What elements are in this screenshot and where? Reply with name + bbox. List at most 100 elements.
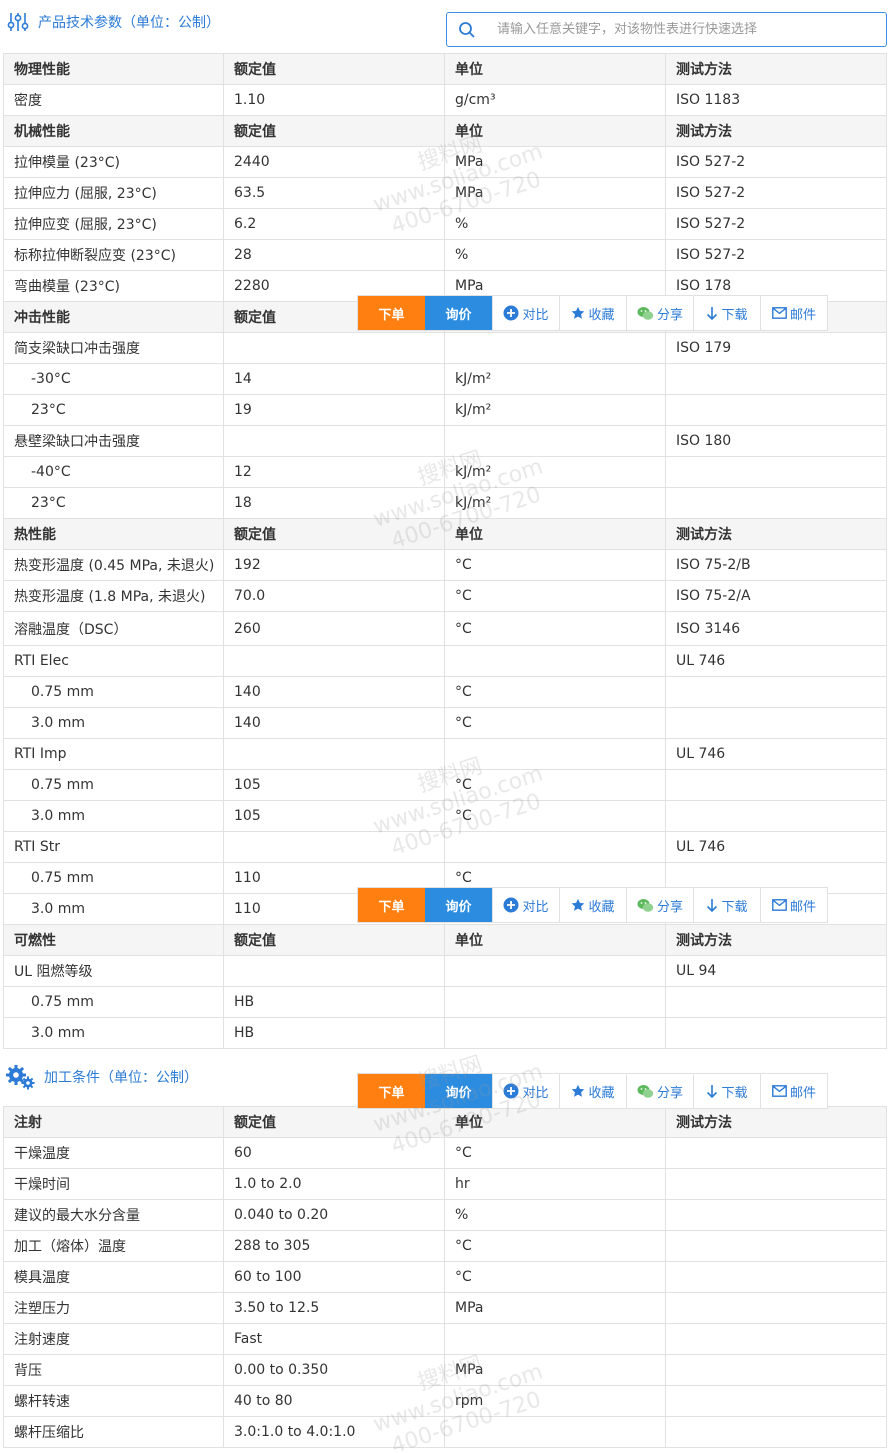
- inquiry-button[interactable]: 询价: [425, 1074, 492, 1108]
- share-button[interactable]: 分享: [626, 1074, 693, 1108]
- table-cell: 12: [223, 456, 445, 488]
- property-search-box[interactable]: [446, 12, 887, 47]
- table-cell: 60: [223, 1137, 445, 1169]
- compare-button[interactable]: 对比: [492, 296, 559, 330]
- table-cell: 1.0 to 2.0: [223, 1168, 445, 1200]
- table-cell: [665, 676, 887, 708]
- table-header-row: 机械性能 额定值 单位 测试方法: [3, 115, 887, 147]
- search-icon: [447, 21, 487, 39]
- table-cell: UL 746: [665, 645, 887, 677]
- table-cell: 0.00 to 0.350: [223, 1354, 445, 1386]
- table-cell: [665, 1323, 887, 1355]
- table-cell: [223, 425, 445, 457]
- star-icon: [572, 1084, 585, 1097]
- table-row: -30°C 14 kJ/m²: [3, 363, 887, 395]
- mail-button[interactable]: 邮件: [760, 1074, 827, 1108]
- table-cell: 额定值: [223, 53, 445, 85]
- table-cell: 28: [223, 239, 445, 271]
- table-cell: 单位: [444, 518, 666, 550]
- table-cell: 建议的最大水分含量: [3, 1199, 224, 1231]
- download-arrow-icon: [707, 898, 718, 912]
- table-cell: 单位: [444, 115, 666, 147]
- table-cell: 14: [223, 363, 445, 395]
- table-row: 加工（熔体）温度 288 to 305 °C: [3, 1230, 887, 1262]
- compare-button[interactable]: 对比: [492, 888, 559, 922]
- download-arrow-icon: [707, 1084, 718, 1098]
- table-row: 0.75 mm HB: [3, 986, 887, 1018]
- plus-circle-icon: [503, 1083, 519, 1099]
- table-cell: g/cm³: [444, 84, 666, 116]
- table-cell: [665, 769, 887, 801]
- table-cell: 测试方法: [665, 518, 887, 550]
- table-cell: UL 746: [665, 831, 887, 863]
- table-cell: 3.0 mm: [3, 800, 224, 832]
- table-cell: 192: [223, 549, 445, 581]
- table-cell: 6.2: [223, 208, 445, 240]
- favorite-button[interactable]: 收藏: [559, 888, 626, 922]
- table-cell: [665, 456, 887, 488]
- table-cell: [665, 1137, 887, 1169]
- table-cell: -30°C: [3, 363, 224, 395]
- table-cell: 额定值: [223, 924, 445, 956]
- table-cell: 70.0: [223, 580, 445, 612]
- action-toolbar: 下单 询价 对比 收藏 分享 下载 邮件: [357, 295, 828, 331]
- table-cell: 额定值: [223, 115, 445, 147]
- mail-button[interactable]: 邮件: [760, 296, 827, 330]
- table-row: 注塑压力 3.50 to 12.5 MPa: [3, 1292, 887, 1324]
- table-row: 0.75 mm 140 °C: [3, 676, 887, 708]
- table-cell: 模具温度: [3, 1261, 224, 1293]
- table-cell: MPa: [444, 146, 666, 178]
- table-cell: 105: [223, 800, 445, 832]
- favorite-button[interactable]: 收藏: [559, 1074, 626, 1108]
- table-cell: 3.0:1.0 to 4.0:1.0: [223, 1416, 445, 1448]
- gears-icon: [4, 1063, 38, 1091]
- table-cell: 3.0 mm: [3, 707, 224, 739]
- mail-button[interactable]: 邮件: [760, 888, 827, 922]
- table-row: 3.0 mm HB: [3, 1017, 887, 1049]
- table-row: 标称拉伸断裂应变 (23°C) 28% ISO 527-2: [3, 239, 887, 271]
- table-cell: 密度: [3, 84, 224, 116]
- favorite-button[interactable]: 收藏: [559, 296, 626, 330]
- table-cell: [223, 332, 445, 364]
- download-button[interactable]: 下载: [693, 888, 760, 922]
- table-cell: 23°C: [3, 487, 224, 519]
- table-cell: 热变形温度 (0.45 MPa, 未退火): [3, 549, 224, 581]
- table-cell: 23°C: [3, 394, 224, 426]
- table-cell: 注射: [3, 1106, 224, 1138]
- download-arrow-icon: [707, 306, 718, 320]
- download-button[interactable]: 下载: [693, 296, 760, 330]
- order-button[interactable]: 下单: [358, 1074, 425, 1108]
- table-row: 密度 1.10 g/cm³ ISO 1183: [3, 84, 887, 116]
- table-cell: 3.50 to 12.5: [223, 1292, 445, 1324]
- download-button[interactable]: 下载: [693, 1074, 760, 1108]
- order-button[interactable]: 下单: [358, 888, 425, 922]
- compare-button[interactable]: 对比: [492, 1074, 559, 1108]
- inquiry-button[interactable]: 询价: [425, 296, 492, 330]
- table-cell: °C: [444, 1137, 666, 1169]
- share-button[interactable]: 分享: [626, 296, 693, 330]
- order-button[interactable]: 下单: [358, 296, 425, 330]
- table-cell: [665, 1017, 887, 1049]
- table-cell: 物理性能: [3, 53, 224, 85]
- inquiry-button[interactable]: 询价: [425, 888, 492, 922]
- table-cell: [444, 645, 666, 677]
- table-cell: 拉伸应力 (屈服, 23°C): [3, 177, 224, 209]
- search-input[interactable]: [487, 22, 886, 37]
- table-cell: ISO 527-2: [665, 177, 887, 209]
- table-cell: MPa: [444, 1292, 666, 1324]
- table-cell: [665, 800, 887, 832]
- table-cell: [665, 487, 887, 519]
- table-row: 背压 0.00 to 0.350 MPa: [3, 1354, 887, 1386]
- table-cell: hr: [444, 1168, 666, 1200]
- table-cell: MPa: [444, 177, 666, 209]
- table-cell: 拉伸模量 (23°C): [3, 146, 224, 178]
- mail-icon: [772, 899, 787, 911]
- table-cell: °C: [444, 800, 666, 832]
- share-button[interactable]: 分享: [626, 888, 693, 922]
- table-cell: 2440: [223, 146, 445, 178]
- table-cell: 105: [223, 769, 445, 801]
- table-row: UL 阻燃等级 UL 94: [3, 955, 887, 987]
- table-header-row: 物理性能 额定值 单位 测试方法: [3, 53, 887, 85]
- table-cell: [444, 425, 666, 457]
- table-cell: 测试方法: [665, 1106, 887, 1138]
